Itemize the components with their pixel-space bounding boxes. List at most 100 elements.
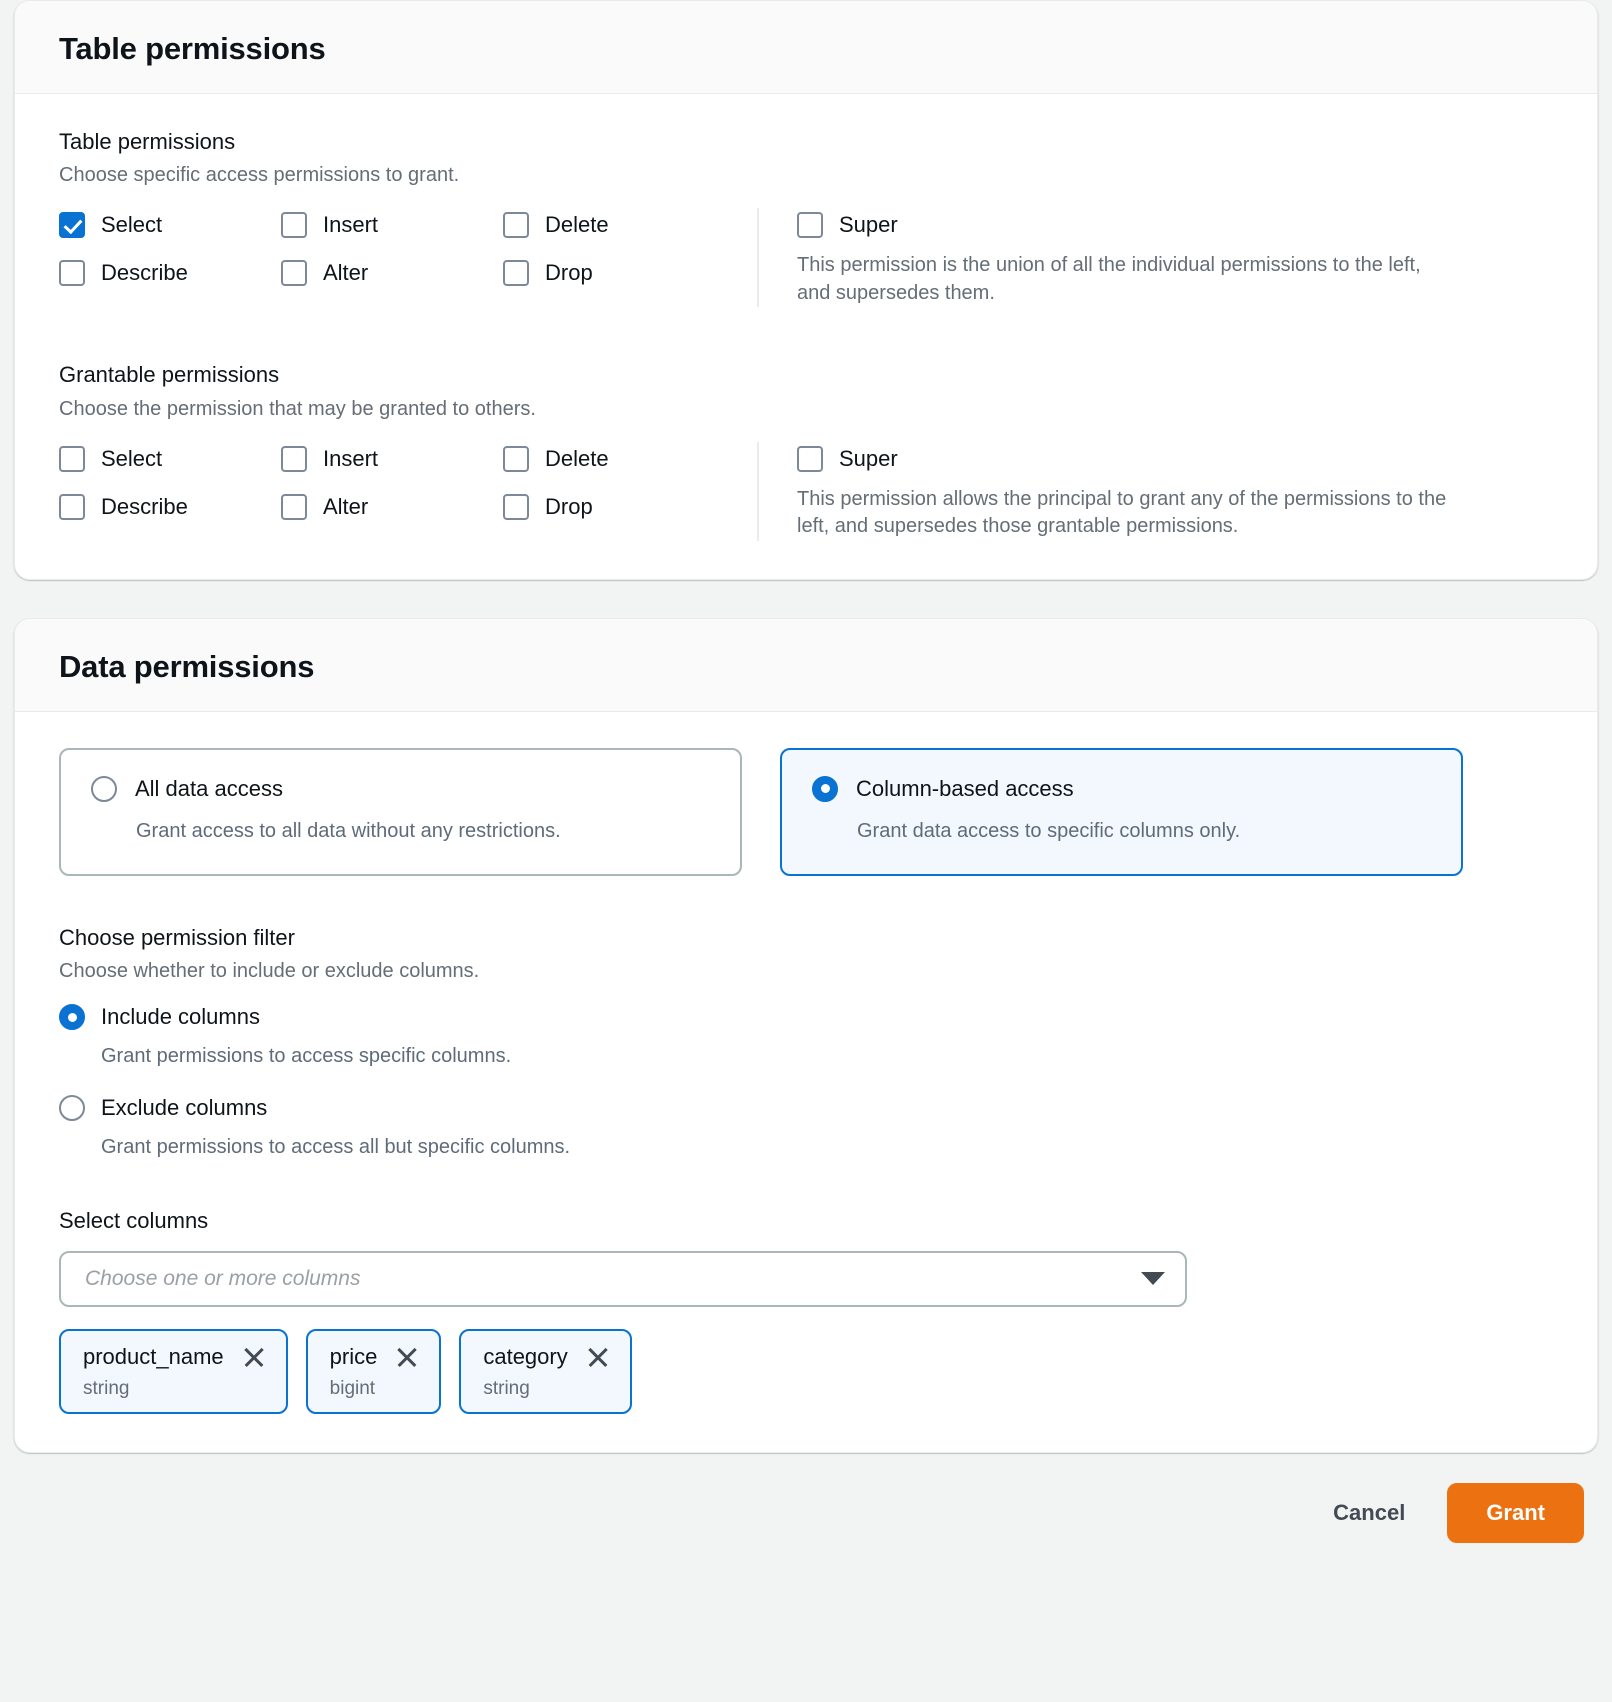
grantable-checkbox-drop[interactable]: Drop (503, 494, 725, 520)
grantable-checkbox-delete-box[interactable] (503, 446, 529, 472)
checkbox-super-label: Super (839, 214, 898, 236)
checkbox-alter[interactable]: Alter (281, 260, 503, 286)
grantable-checkbox-insert-box[interactable] (281, 446, 307, 472)
grantable-permissions-section: Grantable permissions Choose the permiss… (59, 361, 1553, 541)
grantable-checkbox-insert-label: Insert (323, 448, 378, 470)
token-category-label: category (483, 1346, 567, 1368)
table-permissions-section: Table permissions Choose specific access… (59, 128, 1553, 308)
grantable-checkbox-super[interactable]: Super (797, 446, 1553, 472)
radio-include-columns[interactable] (59, 1004, 85, 1030)
checkbox-insert[interactable]: Insert (281, 212, 503, 238)
checkbox-select-box[interactable] (59, 212, 85, 238)
grantable-checkbox-describe-label: Describe (101, 496, 188, 518)
grantable-checkbox-drop-box[interactable] (503, 494, 529, 520)
table-permissions-header: Table permissions (15, 1, 1597, 94)
permission-filter-label: Choose permission filter (59, 924, 1553, 952)
card-column-based-access[interactable]: Column-based access Grant data access to… (780, 748, 1463, 876)
checkbox-delete-label: Delete (545, 214, 609, 236)
checkbox-delete-box[interactable] (503, 212, 529, 238)
checkbox-describe-box[interactable] (59, 260, 85, 286)
grantable-checkbox-alter-box[interactable] (281, 494, 307, 520)
grantable-checkbox-select[interactable]: Select (59, 446, 281, 472)
chevron-down-icon[interactable] (1141, 1272, 1165, 1285)
select-columns-section: Select columns Choose one or more column… (59, 1208, 1553, 1413)
checkbox-describe[interactable]: Describe (59, 260, 281, 286)
card-all-data-access[interactable]: All data access Grant access to all data… (59, 748, 742, 876)
checkbox-drop[interactable]: Drop (503, 260, 725, 286)
radio-all-data-access[interactable] (91, 776, 117, 802)
grantable-super-description: This permission allows the principal to … (797, 486, 1447, 541)
close-icon-category[interactable] (586, 1345, 610, 1369)
grantable-checkbox-super-label: Super (839, 448, 898, 470)
grantable-permissions-options: Select Insert Delete Describe (59, 442, 759, 541)
table-permissions-options-wrap: Select Insert Delete Describe (59, 208, 1553, 307)
grantable-checkbox-describe[interactable]: Describe (59, 494, 281, 520)
checkbox-alter-box[interactable] (281, 260, 307, 286)
card-all-data-access-label: All data access (135, 778, 283, 800)
table-permissions-description: Choose specific access permissions to gr… (59, 162, 1553, 188)
checkbox-drop-box[interactable] (503, 260, 529, 286)
grantable-checkbox-alter[interactable]: Alter (281, 494, 503, 520)
checkbox-insert-label: Insert (323, 214, 378, 236)
select-columns-label: Select columns (59, 1208, 1553, 1234)
grantable-checkbox-alter-label: Alter (323, 496, 368, 518)
grantable-checkbox-insert[interactable]: Insert (281, 446, 503, 472)
grantable-permissions-description: Choose the permission that may be grante… (59, 396, 1553, 422)
radio-exclude-columns-description: Grant permissions to access all but spec… (101, 1134, 1553, 1160)
radio-exclude-columns[interactable] (59, 1095, 85, 1121)
checkbox-alter-label: Alter (323, 262, 368, 284)
cancel-button[interactable]: Cancel (1305, 1484, 1433, 1542)
table-permissions-label: Table permissions (59, 128, 1553, 156)
table-permissions-body: Table permissions Choose specific access… (15, 94, 1597, 579)
data-permissions-header: Data permissions (15, 619, 1597, 712)
card-all-data-access-description: Grant access to all data without any res… (136, 818, 710, 844)
radio-item-include-columns[interactable]: Include columns Grant permissions to acc… (59, 1004, 1553, 1069)
table-permissions-options: Select Insert Delete Describe (59, 208, 759, 307)
grantable-checkbox-delete[interactable]: Delete (503, 446, 725, 472)
token-category[interactable]: category string (459, 1329, 631, 1414)
token-product-name-label: product_name (83, 1346, 224, 1368)
close-icon-price[interactable] (395, 1345, 419, 1369)
checkbox-super-box[interactable] (797, 212, 823, 238)
radio-item-exclude-columns[interactable]: Exclude columns Grant permissions to acc… (59, 1095, 1553, 1160)
radio-column-based-access[interactable] (812, 776, 838, 802)
super-description: This permission is the union of all the … (797, 252, 1447, 307)
grantable-checkbox-select-box[interactable] (59, 446, 85, 472)
form-actions: Cancel Grant (14, 1483, 1598, 1543)
token-product-name[interactable]: product_name string (59, 1329, 288, 1414)
table-permissions-panel: Table permissions Table permissions Choo… (14, 0, 1598, 580)
close-icon-product-name[interactable] (242, 1345, 266, 1369)
radio-exclude-columns-label: Exclude columns (101, 1097, 267, 1119)
grantable-permissions-super-area: Super This permission allows the princip… (759, 442, 1553, 541)
grantable-checkbox-select-label: Select (101, 448, 162, 470)
data-permissions-panel: Data permissions All data access Grant a… (14, 618, 1598, 1453)
card-column-based-access-label: Column-based access (856, 778, 1074, 800)
token-price-type: bigint (330, 1379, 420, 1398)
radio-include-columns-label: Include columns (101, 1006, 260, 1028)
permission-filter-section: Choose permission filter Choose whether … (59, 924, 1553, 1161)
grantable-permissions-options-wrap: Select Insert Delete Describe (59, 442, 1553, 541)
checkbox-select[interactable]: Select (59, 212, 281, 238)
checkbox-select-label: Select (101, 214, 162, 236)
select-columns-dropdown[interactable]: Choose one or more columns (59, 1251, 1187, 1307)
card-column-based-access-description: Grant data access to specific columns on… (857, 818, 1431, 844)
data-permissions-title: Data permissions (59, 649, 1553, 685)
token-price-label: price (330, 1346, 378, 1368)
checkbox-insert-box[interactable] (281, 212, 307, 238)
checkbox-delete[interactable]: Delete (503, 212, 725, 238)
grantable-checkbox-describe-box[interactable] (59, 494, 85, 520)
radio-include-columns-description: Grant permissions to access specific col… (101, 1043, 1553, 1069)
grantable-checkbox-super-box[interactable] (797, 446, 823, 472)
grant-button[interactable]: Grant (1447, 1483, 1584, 1543)
checkbox-super[interactable]: Super (797, 212, 1553, 238)
grantable-checkbox-delete-label: Delete (545, 448, 609, 470)
grantable-permissions-label: Grantable permissions (59, 361, 1553, 389)
select-columns-input[interactable]: Choose one or more columns (85, 1268, 1141, 1289)
grantable-checkbox-drop-label: Drop (545, 496, 593, 518)
token-category-type: string (483, 1379, 609, 1398)
checkbox-drop-label: Drop (545, 262, 593, 284)
token-price[interactable]: price bigint (306, 1329, 442, 1414)
page-title: Table permissions (59, 31, 1553, 67)
data-permissions-body: All data access Grant access to all data… (15, 712, 1597, 1452)
selected-columns-tokens: product_name string price bigint categor… (59, 1329, 1553, 1414)
